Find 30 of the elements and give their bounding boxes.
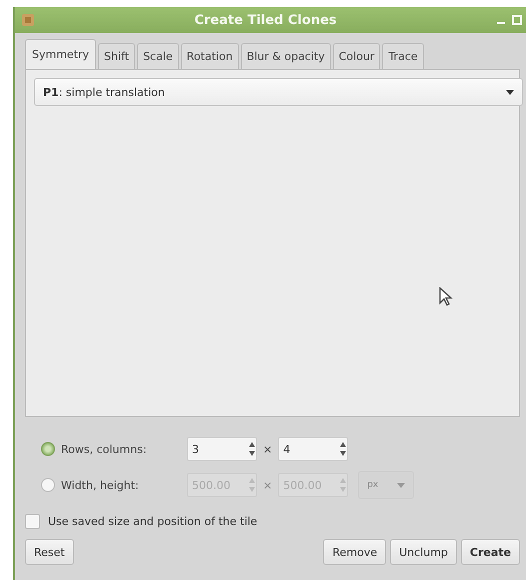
window-title: Create Tiled Clones: [193, 12, 338, 28]
dialog-button[interactable]: Unclump: [390, 539, 457, 565]
dialog-button[interactable]: Remove: [323, 539, 386, 565]
times-sign: ×: [263, 442, 272, 456]
caret-icon: [506, 90, 514, 94]
symmetry-dropdown[interactable]: P1: simple translation: [34, 78, 523, 106]
number-field[interactable]: 4: [278, 437, 348, 461]
caret-icon: [397, 482, 406, 488]
dialog-button[interactable]: Create: [460, 539, 520, 565]
spin-arrows-icon[interactable]: [339, 441, 348, 457]
maximize-icon[interactable]: [512, 15, 522, 25]
spin-arrows-icon[interactable]: [248, 441, 256, 457]
checkbox-label: Use saved size and position of the tile: [48, 514, 258, 528]
dropdown-value: P1: simple translation: [43, 86, 165, 98]
app-icon: [21, 13, 35, 27]
mouse-pointer-icon: [439, 287, 453, 307]
times-sign: ×: [263, 478, 272, 492]
number-field[interactable]: 3: [187, 437, 257, 461]
checkbox[interactable]: [25, 514, 40, 528]
tab[interactable]: Blur & opacity: [240, 43, 331, 69]
tab[interactable]: Scale: [137, 43, 179, 69]
option-label: Width, height:: [61, 478, 140, 492]
tab[interactable]: Rotation: [180, 43, 239, 69]
radio-button[interactable]: [41, 442, 55, 456]
tab[interactable]: Symmetry: [25, 39, 96, 69]
dialog-button[interactable]: Reset: [25, 539, 74, 565]
tab[interactable]: Shift: [98, 43, 136, 69]
tab[interactable]: Trace: [382, 43, 424, 69]
tab[interactable]: Colour: [332, 43, 380, 69]
option-label: Rows, columns:: [61, 442, 148, 456]
